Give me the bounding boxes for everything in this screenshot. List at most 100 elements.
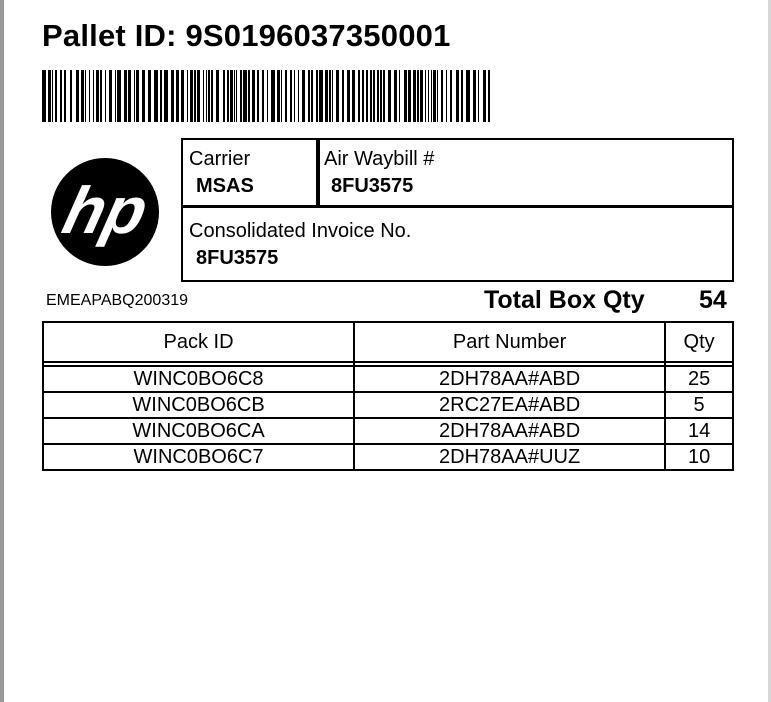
barcode-bar <box>362 70 364 122</box>
barcode-bar <box>211 70 213 122</box>
barcode-bar <box>342 70 344 122</box>
barcode-bar <box>271 70 275 122</box>
barcode-bar <box>93 70 94 122</box>
barcode-bar <box>267 70 268 122</box>
barcode-bar <box>450 70 452 122</box>
pallet-id-value: 9S0196037350001 <box>185 18 451 53</box>
barcode-bar <box>319 70 323 122</box>
barcode-bar <box>311 70 313 122</box>
total-box-qty-label: Total Box Qty <box>484 286 645 314</box>
barcode-bar <box>298 70 299 122</box>
header-qty: Qty <box>664 321 734 363</box>
carrier-value: MSAS <box>196 175 254 197</box>
pallet-barcode <box>42 70 490 122</box>
barcode-bar <box>190 70 193 122</box>
barcode-bar <box>290 70 292 122</box>
barcode-bar <box>370 70 372 122</box>
pack-id-cell: WINC0BO6C8 <box>41 365 356 393</box>
barcode-bar <box>115 70 116 122</box>
pallet-id-heading: Pallet ID: 9S0196037350001 <box>42 18 451 54</box>
barcode-bar <box>208 70 210 122</box>
barcode-bar <box>227 70 229 122</box>
barcode-bar <box>420 70 423 122</box>
barcode-bar <box>413 70 416 122</box>
pack-id-cell: WINC0BO6C7 <box>41 443 356 471</box>
part-number-cell: 2DH78AA#ABD <box>353 365 667 393</box>
barcode-bar <box>377 70 379 122</box>
barcode-bar <box>285 70 287 122</box>
barcode-bar <box>216 70 219 122</box>
part-number-cell: 2DH78AA#UUZ <box>353 443 667 471</box>
qty-cell: 25 <box>664 365 734 393</box>
barcode-bar <box>281 70 282 122</box>
barcode-bar <box>461 70 463 122</box>
packs-table: Pack ID Part Number Qty WINC0BO6C8 2DH78… <box>41 321 734 471</box>
barcode-bar <box>142 70 145 122</box>
barcode-bar <box>488 70 490 122</box>
table-row: WINC0BO6CA 2DH78AA#ABD 14 <box>41 417 734 445</box>
barcode-bar <box>325 70 328 122</box>
barcode-bar <box>171 70 174 122</box>
qty-cell: 10 <box>664 443 734 471</box>
barcode-bar <box>55 70 57 122</box>
barcode-bar <box>234 70 235 122</box>
hp-logo: hp <box>51 158 159 266</box>
barcode-bar <box>473 70 476 122</box>
pack-id-cell: WINC0BO6CB <box>41 391 356 419</box>
barcode-bar <box>148 70 151 122</box>
barcode-bar <box>252 70 255 122</box>
barcode-bar <box>164 70 168 122</box>
table-row: WINC0BO6C7 2DH78AA#UUZ 10 <box>41 443 734 471</box>
barcode-bar <box>417 70 419 122</box>
header-pack-id: Pack ID <box>41 321 356 363</box>
barcode-bar <box>187 70 188 122</box>
barcode-bar <box>160 70 162 122</box>
barcode-bar <box>60 70 62 122</box>
qty-cell: 5 <box>664 391 734 419</box>
barcode-bar <box>302 70 305 122</box>
barcode-bar <box>380 70 382 122</box>
air-waybill-label: Air Waybill # <box>324 148 435 170</box>
barcode-bar <box>203 70 204 122</box>
barcode-bar <box>105 70 106 122</box>
barcode-bar <box>483 70 486 122</box>
barcode-bar <box>358 70 360 122</box>
invoice-cell: Consolidated Invoice No. 8FU3575 <box>181 205 734 282</box>
barcode-bar <box>366 70 368 122</box>
air-waybill-value: 8FU3575 <box>331 175 414 197</box>
barcode-bar <box>64 70 66 122</box>
barcode-bar <box>176 70 179 122</box>
part-number-cell: 2RC27EA#ABD <box>353 391 667 419</box>
barcode-bar <box>48 70 51 122</box>
barcode-bar <box>117 70 121 122</box>
barcode-bar <box>437 70 438 122</box>
barcode-bar <box>433 70 436 122</box>
invoice-label: Consolidated Invoice No. <box>189 220 412 242</box>
barcode-bar <box>89 70 90 122</box>
barcode-bar <box>70 70 72 122</box>
barcode-bar <box>206 70 207 122</box>
barcode-bar <box>399 70 400 122</box>
barcode-bar <box>236 70 237 122</box>
barcode-bar <box>100 70 102 122</box>
barcode-bar <box>243 70 247 122</box>
barcode-bar <box>408 70 411 122</box>
barcode-bar <box>294 70 295 122</box>
barcode-bar <box>136 70 139 122</box>
barcode-bar <box>383 70 385 122</box>
reference-code: EMEAPABQ200319 <box>46 292 189 309</box>
pallet-id-prefix: Pallet ID: <box>42 18 186 53</box>
barcode-bar <box>240 70 242 122</box>
barcode-bar <box>223 70 225 122</box>
carrier-label: Carrier <box>189 148 251 170</box>
total-box-qty-value: 54 <box>699 286 727 314</box>
barcode-bar <box>262 70 264 122</box>
barcode-bar <box>134 70 135 122</box>
barcode-bar <box>329 70 331 122</box>
barcode-bar <box>441 70 443 122</box>
invoice-value: 8FU3575 <box>196 247 279 269</box>
barcode-bar <box>425 70 426 122</box>
barcode-bar <box>446 70 447 122</box>
barcode-bar <box>388 70 391 122</box>
barcode-bar <box>52 70 53 122</box>
